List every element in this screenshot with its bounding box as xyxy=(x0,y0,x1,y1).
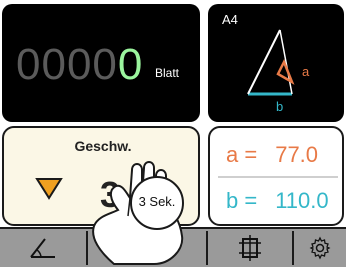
dimension-divider xyxy=(218,176,338,178)
dimension-b-row[interactable]: b = 110.0 xyxy=(226,188,329,214)
side-a-label: a xyxy=(302,64,310,79)
tab-settings[interactable] xyxy=(294,229,346,267)
counter-unit-label: Blatt xyxy=(155,66,180,80)
gear-icon xyxy=(309,236,331,260)
triangle-angle-icon xyxy=(30,238,55,258)
dimension-a-value: 77.0 xyxy=(275,142,319,167)
speed-decrease-icon[interactable] xyxy=(34,176,64,200)
sheet-counter-panel: 00000 Blatt xyxy=(2,4,200,122)
dimension-b-label: b = xyxy=(226,188,258,213)
paper-format-panel[interactable]: A4 a b xyxy=(208,4,344,122)
dimension-a-label: a = xyxy=(226,142,258,167)
counter-leading-zeros: 0000 xyxy=(16,40,118,89)
counter-display: 00000 xyxy=(16,40,143,90)
dimensions-panel: a = 77.0 b = 110.0 xyxy=(208,126,344,226)
sheet-cut-icon xyxy=(239,235,261,261)
long-press-hint-text: 3 Sek. xyxy=(138,194,176,209)
dimension-a-row[interactable]: a = 77.0 xyxy=(226,142,318,168)
dimension-b-value: 110.0 xyxy=(275,188,329,213)
tab-sheet-cut[interactable] xyxy=(208,229,292,267)
counter-active-digit: 0 xyxy=(117,40,144,89)
side-b-label: b xyxy=(276,99,284,114)
